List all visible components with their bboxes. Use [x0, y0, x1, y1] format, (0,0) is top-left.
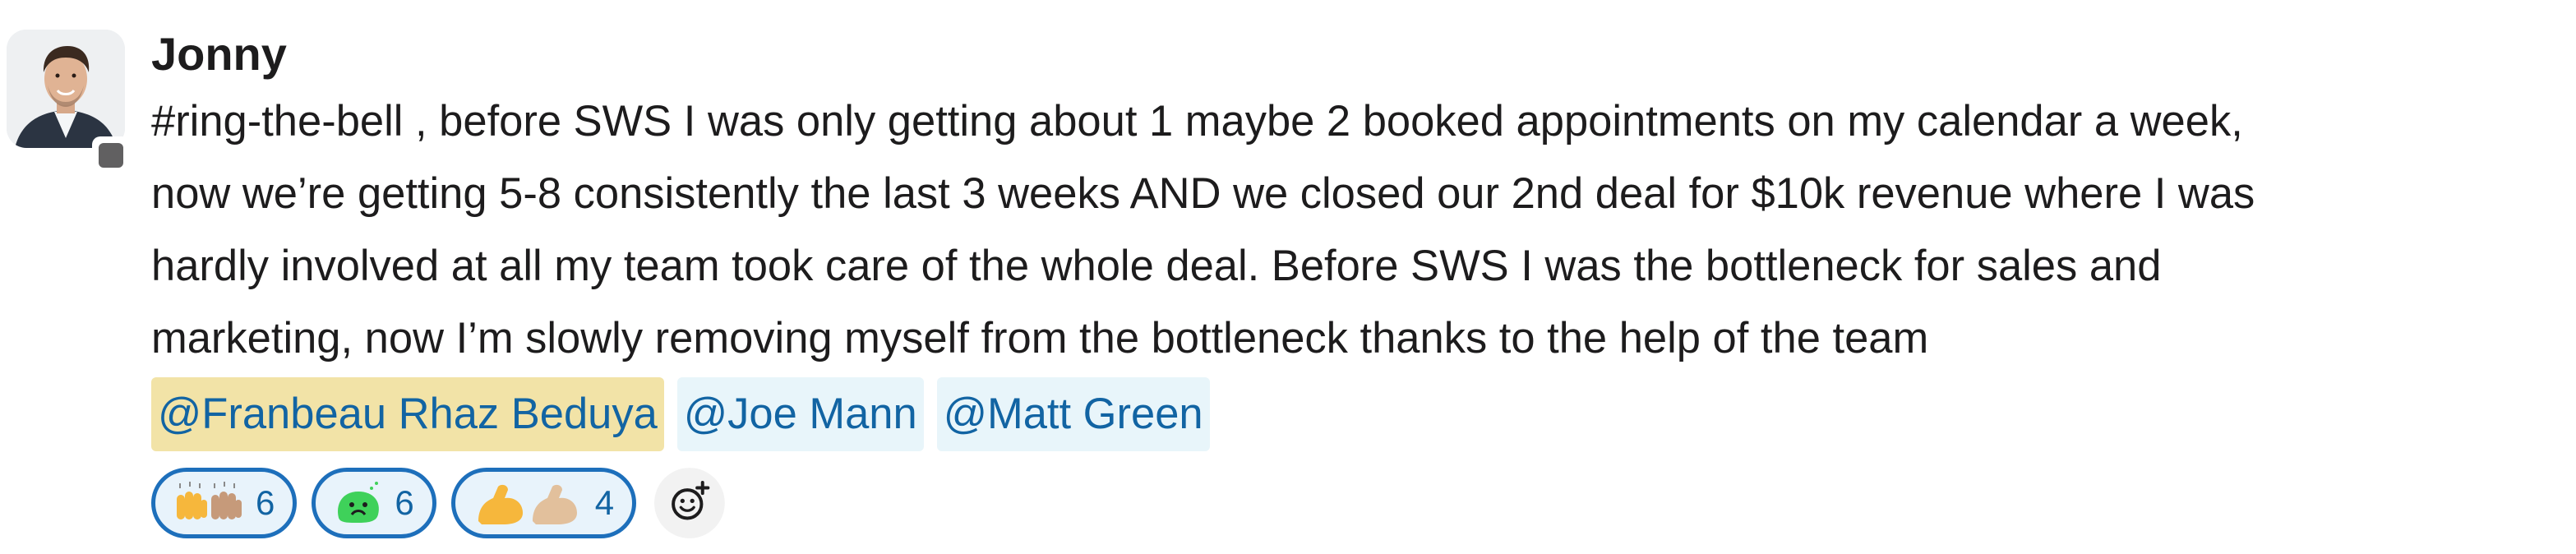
raised-hands-icon	[173, 480, 244, 526]
reaction-count: 4	[594, 483, 615, 522]
reaction-sick-face[interactable]: 6	[312, 468, 436, 538]
reaction-count: 6	[395, 483, 414, 522]
reaction-raised-hands[interactable]: 6	[151, 468, 298, 538]
presence-indicator	[92, 136, 130, 174]
reaction-count: 6	[256, 483, 275, 522]
message-line: now we’re getting 5-8 consistently the l…	[151, 169, 2255, 218]
mention-matt[interactable]: @Matt Green	[936, 377, 1210, 451]
message-line: marketing, now I’m slowly removing mysel…	[151, 314, 1929, 362]
chat-message: Jonny #ring-the-bell , before SWS I was …	[0, 0, 2576, 554]
reactions-row: 6 6 4	[151, 464, 2560, 542]
add-emoji-icon	[667, 479, 712, 528]
flexed-biceps-icon	[473, 480, 584, 526]
mentions-row: @Franbeau Rhaz Beduya @Joe Mann @Matt Gr…	[151, 375, 2560, 454]
mention-franbeau[interactable]: @Franbeau Rhaz Beduya	[151, 377, 664, 451]
sick-face-icon	[334, 480, 383, 526]
author-name[interactable]: Jonny	[151, 23, 2560, 85]
mention-joe[interactable]: @Joe Mann	[676, 377, 924, 451]
avatar[interactable]	[7, 30, 130, 174]
reaction-flexed-biceps[interactable]: 4	[450, 468, 637, 538]
avatar-image	[7, 30, 125, 148]
add-reaction-button[interactable]	[654, 468, 725, 538]
message-content: Jonny #ring-the-bell , before SWS I was …	[151, 23, 2560, 542]
away-status-icon	[99, 143, 123, 168]
message-line: #ring-the-bell , before SWS I was only g…	[151, 97, 2243, 145]
message-text: #ring-the-bell , before SWS I was only g…	[151, 85, 2560, 375]
message-line: hardly involved at all my team took care…	[151, 242, 2162, 290]
